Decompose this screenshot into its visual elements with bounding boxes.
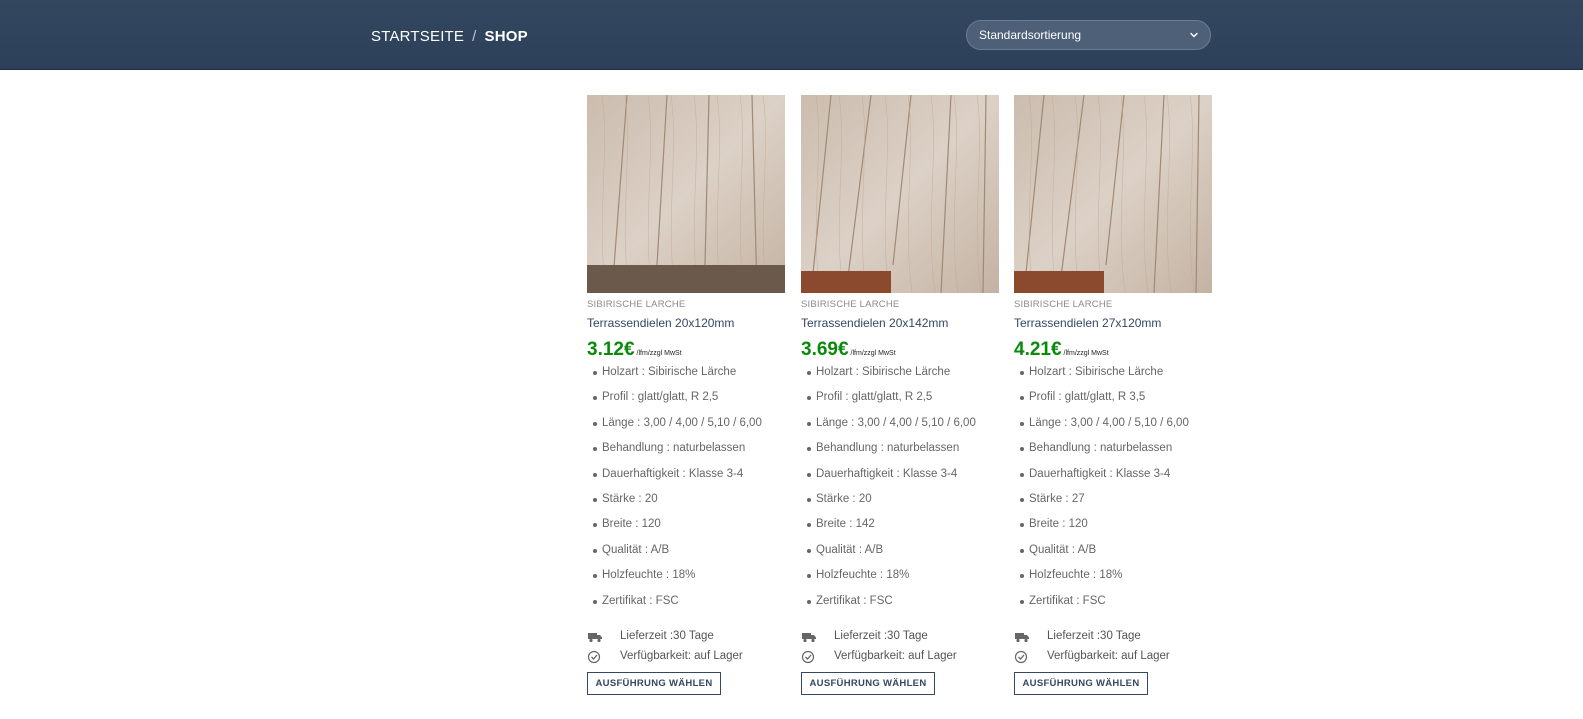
product-spec-item: Breite : 120	[1014, 514, 1212, 539]
product-spec-list: Holzart : Sibirische Lärche Profil : glat…	[801, 362, 999, 616]
product-price: 3.69€	[801, 339, 849, 360]
product-card: SIBIRISCHE LARCHE Terrassendielen 27x120…	[1014, 95, 1212, 695]
product-image[interactable]	[587, 95, 785, 293]
product-title[interactable]: Terrassendielen 20x120mm	[587, 316, 785, 332]
product-spec-item: Profil : glatt/glatt, R 2,5	[801, 387, 999, 412]
plank-stack-shadow	[587, 265, 785, 293]
truck-icon	[588, 633, 602, 643]
availability-row: Verfügbarkeit: auf Lager	[801, 648, 999, 668]
product-spec-item: Breite : 142	[801, 514, 999, 539]
product-price: 4.21€	[1014, 339, 1062, 360]
product-category[interactable]: SIBIRISCHE LARCHE	[801, 299, 999, 311]
product-card: SIBIRISCHE LARCHE Terrassendielen 20x120…	[587, 95, 785, 695]
product-category[interactable]: SIBIRISCHE LARCHE	[587, 299, 785, 311]
breadcrumb-home-link[interactable]: STARTSEITE	[371, 28, 464, 45]
product-title[interactable]: Terrassendielen 20x142mm	[801, 316, 999, 332]
product-title[interactable]: Terrassendielen 27x120mm	[1014, 316, 1212, 332]
product-spec-item: Zertifikat : FSC	[1014, 591, 1212, 616]
select-variant-button[interactable]: AUSFÜHRUNG WÄHLEN	[801, 672, 935, 695]
product-spec-item: Behandlung : naturbelassen	[587, 438, 785, 463]
product-price-row: 3.69€ /lfm/zzgl MwSt	[801, 338, 999, 360]
product-category[interactable]: SIBIRISCHE LARCHE	[1014, 299, 1212, 311]
product-spec-item: Stärke : 27	[1014, 489, 1212, 514]
product-meta: Lieferzeit :30 Tage Verfügbarkeit: auf L…	[587, 628, 785, 668]
product-spec-item: Holzart : Sibirische Lärche	[1014, 362, 1212, 387]
product-spec-list: Holzart : Sibirische Lärche Profil : glat…	[1014, 362, 1212, 616]
breadcrumb-separator: /	[472, 27, 477, 45]
sort-order-select[interactable]: Standardsortierung	[966, 20, 1211, 50]
product-spec-item: Länge : 3,00 / 4,00 / 5,10 / 6,00	[801, 413, 999, 438]
shop-header: STARTSEITE / SHOP Standardsortierung	[0, 0, 1583, 70]
product-spec-item: Qualität : A/B	[587, 540, 785, 565]
delivery-time: Lieferzeit :30 Tage	[620, 630, 714, 642]
product-meta: Lieferzeit :30 Tage Verfügbarkeit: auf L…	[1014, 628, 1212, 668]
product-spec-item: Holzart : Sibirische Lärche	[801, 362, 999, 387]
product-spec-item: Breite : 120	[587, 514, 785, 539]
truck-icon	[802, 633, 816, 643]
availability-row: Verfügbarkeit: auf Lager	[1014, 648, 1212, 668]
select-variant-button[interactable]: AUSFÜHRUNG WÄHLEN	[587, 672, 721, 695]
product-spec-item: Behandlung : naturbelassen	[801, 438, 999, 463]
product-spec-item: Dauerhaftigkeit : Klasse 3-4	[1014, 464, 1212, 489]
check-circle-icon	[801, 650, 815, 664]
sort-order-value: Standardsortierung	[979, 28, 1082, 42]
product-spec-item: Länge : 3,00 / 4,00 / 5,10 / 6,00	[587, 413, 785, 438]
availability-status: Verfügbarkeit: auf Lager	[620, 650, 743, 662]
product-spec-item: Dauerhaftigkeit : Klasse 3-4	[587, 464, 785, 489]
product-spec-item: Holzfeuchte : 18%	[801, 565, 999, 590]
product-card: SIBIRISCHE LARCHE Terrassendielen 20x142…	[801, 95, 999, 695]
product-price: 3.12€	[587, 339, 635, 360]
product-spec-item: Stärke : 20	[801, 489, 999, 514]
product-spec-item: Qualität : A/B	[801, 540, 999, 565]
delivery-time: Lieferzeit :30 Tage	[1047, 630, 1141, 642]
product-image[interactable]	[1014, 95, 1212, 293]
product-spec-item: Zertifikat : FSC	[801, 591, 999, 616]
delivery-row: Lieferzeit :30 Tage	[1014, 628, 1212, 648]
product-image[interactable]	[801, 95, 999, 293]
delivery-row: Lieferzeit :30 Tage	[801, 628, 999, 648]
breadcrumb-current: SHOP	[484, 27, 528, 45]
plank-stack-shadow	[1014, 271, 1104, 293]
product-spec-item: Qualität : A/B	[1014, 540, 1212, 565]
product-meta: Lieferzeit :30 Tage Verfügbarkeit: auf L…	[801, 628, 999, 668]
delivery-time: Lieferzeit :30 Tage	[834, 630, 928, 642]
product-spec-item: Holzfeuchte : 18%	[1014, 565, 1212, 590]
availability-status: Verfügbarkeit: auf Lager	[834, 650, 957, 662]
select-variant-button[interactable]: AUSFÜHRUNG WÄHLEN	[1014, 672, 1148, 695]
chevron-down-icon	[1190, 32, 1198, 38]
check-circle-icon	[1014, 650, 1028, 664]
product-spec-list: Holzart : Sibirische Lärche Profil : glat…	[587, 362, 785, 616]
breadcrumb: STARTSEITE / SHOP	[371, 26, 528, 46]
product-spec-item: Holzart : Sibirische Lärche	[587, 362, 785, 387]
product-spec-item: Behandlung : naturbelassen	[1014, 438, 1212, 463]
product-spec-item: Zertifikat : FSC	[587, 591, 785, 616]
product-spec-item: Profil : glatt/glatt, R 3,5	[1014, 387, 1212, 412]
check-circle-icon	[587, 650, 601, 664]
plank-stack-shadow	[801, 271, 891, 293]
product-spec-item: Holzfeuchte : 18%	[587, 565, 785, 590]
product-price-row: 3.12€ /lfm/zzgl MwSt	[587, 338, 785, 360]
product-spec-item: Stärke : 20	[587, 489, 785, 514]
availability-row: Verfügbarkeit: auf Lager	[587, 648, 785, 668]
product-spec-item: Dauerhaftigkeit : Klasse 3-4	[801, 464, 999, 489]
product-price-unit: /lfm/zzgl MwSt	[636, 350, 682, 357]
product-price-row: 4.21€ /lfm/zzgl MwSt	[1014, 338, 1212, 360]
delivery-row: Lieferzeit :30 Tage	[587, 628, 785, 648]
product-price-unit: /lfm/zzgl MwSt	[850, 350, 896, 357]
truck-icon	[1015, 633, 1029, 643]
product-price-unit: /lfm/zzgl MwSt	[1063, 350, 1109, 357]
availability-status: Verfügbarkeit: auf Lager	[1047, 650, 1170, 662]
product-spec-item: Profil : glatt/glatt, R 2,5	[587, 387, 785, 412]
product-spec-item: Länge : 3,00 / 4,00 / 5,10 / 6,00	[1014, 413, 1212, 438]
